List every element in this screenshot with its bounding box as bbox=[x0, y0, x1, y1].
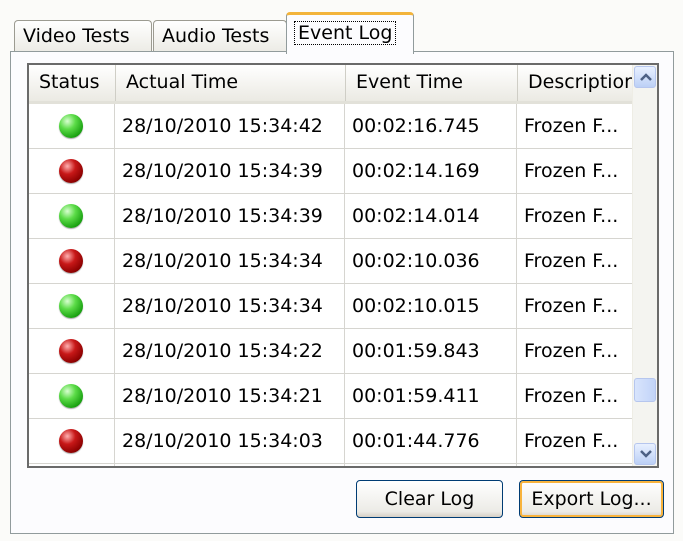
list-rows: 28/10/2010 15:34:42 00:02:16.745 Frozen F.… bbox=[29, 104, 635, 466]
table-row[interactable]: 28/10/2010 15:34:39 00:02:14.169 Frozen F.… bbox=[29, 149, 635, 194]
status-green-icon bbox=[59, 384, 83, 408]
event-time-cell: 00:01:59.843 bbox=[345, 329, 517, 373]
status-red-icon bbox=[59, 159, 83, 183]
clear-log-button[interactable]: Clear Log bbox=[356, 480, 503, 518]
description-cell: Frozen F... bbox=[517, 374, 635, 418]
event-time-cell: 00:01:44.776 bbox=[345, 419, 517, 463]
description-cell: Frozen F... bbox=[517, 419, 635, 463]
event-time-cell: 00:02:14.014 bbox=[345, 194, 517, 238]
event-time-cell: 00:01:59.411 bbox=[345, 374, 517, 418]
tab-audio-tests[interactable]: Audio Tests bbox=[153, 20, 287, 52]
tab-label: Audio Tests bbox=[162, 25, 270, 47]
tab-label: Video Tests bbox=[23, 25, 130, 47]
table-row[interactable]: 28/10/2010 15:34:03 00:01:44.776 Frozen F.… bbox=[29, 419, 635, 464]
event-time-cell: 00:02:10.036 bbox=[345, 239, 517, 283]
chevron-down-icon bbox=[640, 450, 652, 458]
vertical-scrollbar[interactable] bbox=[632, 65, 657, 466]
status-red-icon bbox=[59, 249, 83, 273]
column-header-event-time[interactable]: Event Time bbox=[345, 65, 517, 101]
event-time-cell: 00:02:14.169 bbox=[345, 149, 517, 193]
chevron-up-icon bbox=[640, 73, 652, 81]
status-cell bbox=[29, 374, 115, 418]
description-cell: Frozen F... bbox=[517, 329, 635, 373]
event-log-panel: Video Tests Audio Tests Event Log Status… bbox=[0, 0, 683, 541]
status-green-icon bbox=[59, 204, 83, 228]
actual-time-cell: 28/10/2010 15:34:22 bbox=[115, 329, 345, 373]
table-row[interactable]: 28/10/2010 15:34:21 00:01:59.411 Frozen F.… bbox=[29, 374, 635, 419]
event-time-cell: 00:02:10.015 bbox=[345, 284, 517, 328]
column-header-status[interactable]: Status bbox=[29, 65, 115, 101]
status-cell bbox=[29, 149, 115, 193]
status-red-icon bbox=[59, 339, 83, 363]
actual-time-cell: 28/10/2010 15:34:21 bbox=[115, 374, 345, 418]
table-row[interactable] bbox=[29, 464, 635, 466]
description-cell: Frozen F... bbox=[517, 284, 635, 328]
status-cell bbox=[29, 104, 115, 148]
actual-time-cell: 28/10/2010 15:34:42 bbox=[115, 104, 345, 148]
actual-time-cell: 28/10/2010 15:34:03 bbox=[115, 419, 345, 463]
status-cell bbox=[29, 329, 115, 373]
column-header-description[interactable]: Descriptior bbox=[517, 65, 635, 101]
status-cell bbox=[29, 194, 115, 238]
scroll-up-button[interactable] bbox=[634, 66, 656, 88]
actual-time-cell: 28/10/2010 15:34:39 bbox=[115, 194, 345, 238]
table-row[interactable]: 28/10/2010 15:34:42 00:02:16.745 Frozen F.… bbox=[29, 104, 635, 149]
actual-time-cell: 28/10/2010 15:34:34 bbox=[115, 284, 345, 328]
status-green-icon bbox=[59, 294, 83, 318]
table-row[interactable]: 28/10/2010 15:34:22 00:01:59.843 Frozen F.… bbox=[29, 329, 635, 374]
status-cell bbox=[29, 239, 115, 283]
status-cell bbox=[29, 419, 115, 463]
tab-label: Event Log bbox=[293, 21, 397, 45]
event-log-tab-page: Status Actual Time Event Time Descriptio… bbox=[10, 51, 674, 534]
description-cell: Frozen F... bbox=[517, 149, 635, 193]
status-cell bbox=[29, 284, 115, 328]
table-row[interactable]: 28/10/2010 15:34:39 00:02:14.014 Frozen F.… bbox=[29, 194, 635, 239]
export-log-button[interactable]: Export Log... bbox=[519, 480, 664, 518]
actual-time-cell bbox=[115, 464, 345, 466]
scroll-thumb[interactable] bbox=[634, 378, 656, 402]
event-time-cell bbox=[345, 464, 517, 466]
event-time-cell: 00:02:16.745 bbox=[345, 104, 517, 148]
tab-event-log[interactable]: Event Log bbox=[286, 12, 414, 54]
status-red-icon bbox=[59, 429, 83, 453]
scroll-down-button[interactable] bbox=[634, 443, 656, 465]
description-cell: Frozen F... bbox=[517, 194, 635, 238]
table-row[interactable]: 28/10/2010 15:34:34 00:02:10.015 Frozen F.… bbox=[29, 284, 635, 329]
description-cell: Frozen F... bbox=[517, 239, 635, 283]
list-header: Status Actual Time Event Time Descriptio… bbox=[29, 65, 635, 104]
event-log-list[interactable]: Status Actual Time Event Time Descriptio… bbox=[27, 63, 659, 468]
column-header-actual-time[interactable]: Actual Time bbox=[115, 65, 345, 101]
table-row[interactable]: 28/10/2010 15:34:34 00:02:10.036 Frozen F.… bbox=[29, 239, 635, 284]
description-cell: Frozen F... bbox=[517, 104, 635, 148]
status-cell bbox=[29, 464, 115, 466]
status-green-icon bbox=[59, 114, 83, 138]
tab-video-tests[interactable]: Video Tests bbox=[14, 20, 152, 52]
actual-time-cell: 28/10/2010 15:34:39 bbox=[115, 149, 345, 193]
description-cell bbox=[517, 464, 635, 466]
actual-time-cell: 28/10/2010 15:34:34 bbox=[115, 239, 345, 283]
